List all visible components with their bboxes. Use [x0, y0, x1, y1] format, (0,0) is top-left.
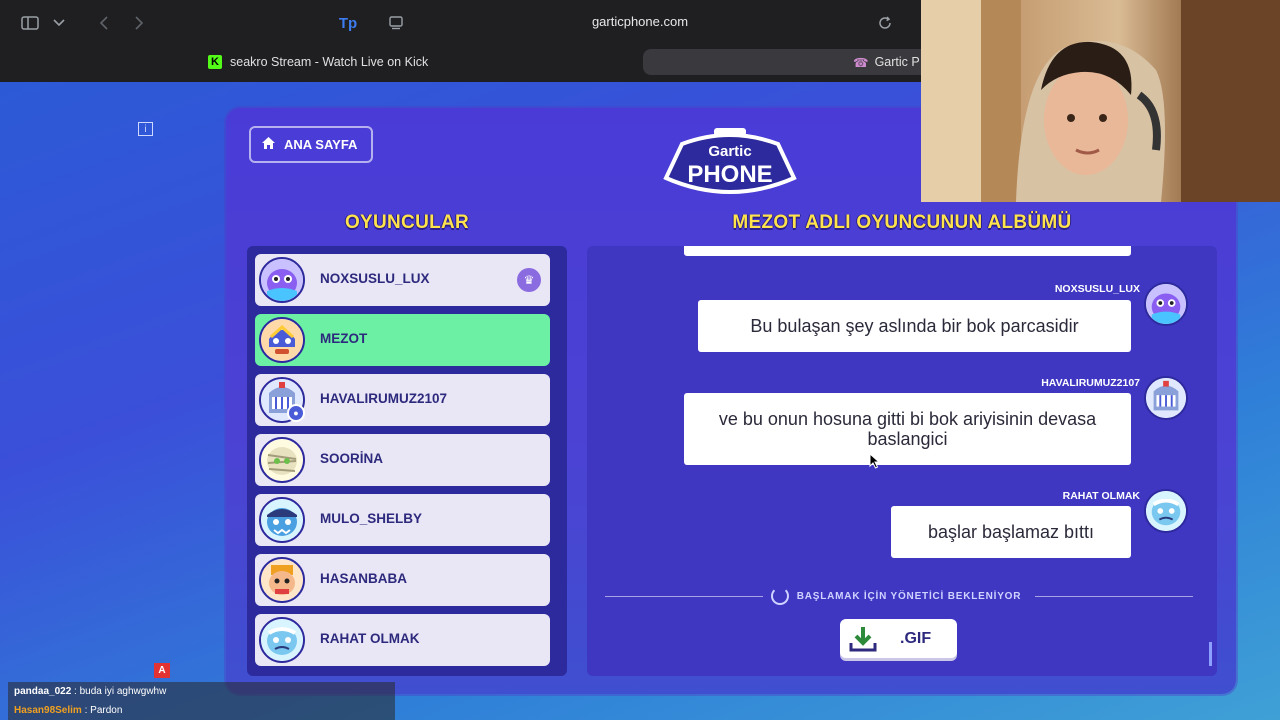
player-avatar	[259, 257, 305, 303]
message-bubble: Bu bulaşan şey aslında bir bok parcasidi…	[698, 300, 1131, 352]
home-label: ANA SAYFA	[284, 137, 358, 152]
crown-icon: ♛	[517, 268, 541, 292]
kick-logo-icon: K	[208, 55, 222, 69]
player-row[interactable]: NOXSUSLU_LUX ♛	[255, 254, 550, 306]
divider-line	[605, 595, 763, 597]
tab-kick[interactable]: K seakro Stream - Watch Live on Kick	[200, 49, 620, 75]
tab-title: Gartic P	[874, 55, 920, 69]
player-avatar	[259, 437, 305, 483]
player-avatar	[259, 317, 305, 363]
player-row[interactable]: RAHAT OLMAK	[255, 614, 550, 666]
tab-gartic[interactable]: ☎ Gartic P	[643, 49, 943, 75]
message-author: RAHAT OLMAK	[1062, 490, 1140, 502]
chat-text: buda iyi aghwgwhw	[79, 686, 167, 697]
player-name: MULO_SHELBY	[320, 511, 423, 526]
album-scrollbar[interactable]	[1209, 642, 1212, 666]
player-row[interactable]: ● HAVALIRUMUZ2107	[255, 374, 550, 426]
home-button[interactable]: ANA SAYFA	[249, 126, 373, 163]
players-title: OYUNCULAR	[344, 212, 470, 233]
player-avatar	[259, 557, 305, 603]
chat-text: Pardon	[90, 705, 123, 716]
phone-icon: ☎	[853, 55, 869, 70]
message-author: HAVALIRUMUZ2107	[1041, 377, 1140, 389]
message-bubble: ve bu onun hosuna gitti bi bok ariyisini…	[684, 393, 1131, 465]
webcam-overlay	[921, 0, 1280, 202]
back-icon[interactable]	[92, 12, 116, 34]
loading-spinner-icon	[770, 587, 789, 605]
message-avatar	[1144, 489, 1188, 533]
info-icon[interactable]: i	[138, 122, 153, 136]
message-author: NOXSUSLU_LUX	[1054, 283, 1140, 295]
reader-icon[interactable]	[384, 12, 408, 34]
logo-top-text: Gartic	[708, 143, 751, 160]
chat-username: pandaa_022	[14, 686, 72, 697]
chat-badge: A	[154, 663, 170, 678]
previous-message-bubble	[684, 246, 1131, 256]
download-gif-button[interactable]: .GIF	[840, 619, 957, 658]
waiting-status: BAŞLAMAK İÇİN YÖNETİCİ BEKLENİYOR	[763, 587, 1036, 605]
reload-icon[interactable]	[873, 12, 897, 34]
message-avatar	[1144, 282, 1188, 326]
player-row[interactable]: MULO_SHELBY	[255, 494, 550, 546]
player-name: RAHAT OLMAK	[320, 631, 420, 646]
logo-bottom-text: PHONE	[687, 161, 772, 188]
player-name: HAVALIRUMUZ2107	[320, 391, 448, 406]
player-name: SOORİNA	[320, 451, 384, 466]
tp-icon[interactable]: Tp	[336, 11, 360, 35]
chat-separator: :	[81, 705, 91, 716]
player-row[interactable]: HASANBABA	[255, 554, 550, 606]
message-avatar	[1144, 376, 1188, 420]
player-name: NOXSUSLU_LUX	[320, 271, 430, 286]
player-avatar	[259, 617, 305, 663]
chat-separator: :	[71, 686, 80, 697]
album-view: NOXSUSLU_LUX Bu bulaşan şey aslında bir …	[587, 246, 1217, 676]
chevron-down-icon[interactable]	[47, 12, 71, 34]
sidebar-icon[interactable]	[18, 12, 42, 34]
mouse-cursor-icon	[869, 453, 881, 469]
waiting-label: BAŞLAMAK İÇİN YÖNETİCİ BEKLENİYOR	[796, 590, 1022, 602]
gif-label: .GIF	[900, 629, 932, 647]
gartic-phone-logo: Gartic PHONE	[660, 126, 800, 202]
user-badge-icon: ●	[287, 404, 305, 422]
player-row[interactable]: SOORİNA	[255, 434, 550, 486]
players-list: NOXSUSLU_LUX ♛ MEZOT ● HAVALIRUMUZ2107 S…	[247, 246, 567, 676]
player-row[interactable]: MEZOT	[255, 314, 550, 366]
waiting-divider: BAŞLAMAK İÇİN YÖNETİCİ BEKLENİYOR	[605, 586, 1193, 606]
download-icon	[849, 626, 877, 651]
message-bubble: başlar başlamaz bıttı	[891, 506, 1131, 558]
album-title: MEZOT ADLI OYUNCUNUN ALBÜMÜ	[732, 212, 1072, 233]
tab-title: seakro Stream - Watch Live on Kick	[230, 55, 429, 69]
player-name: HASANBABA	[320, 571, 407, 586]
player-avatar	[259, 497, 305, 543]
stream-chat-overlay: pandaa_022 : buda iyi aghwgwhw Hasan98Se…	[8, 682, 395, 720]
chat-message: Hasan98Selim : Pardon	[14, 705, 122, 716]
player-name: MEZOT	[320, 331, 368, 346]
home-icon	[261, 136, 276, 154]
chat-username: Hasan98Selim	[14, 705, 82, 716]
divider-line	[1035, 595, 1193, 597]
address-bar[interactable]: garticphone.com	[560, 14, 720, 29]
chat-message: pandaa_022 : buda iyi aghwgwhw	[14, 686, 166, 697]
forward-icon[interactable]	[127, 12, 151, 34]
